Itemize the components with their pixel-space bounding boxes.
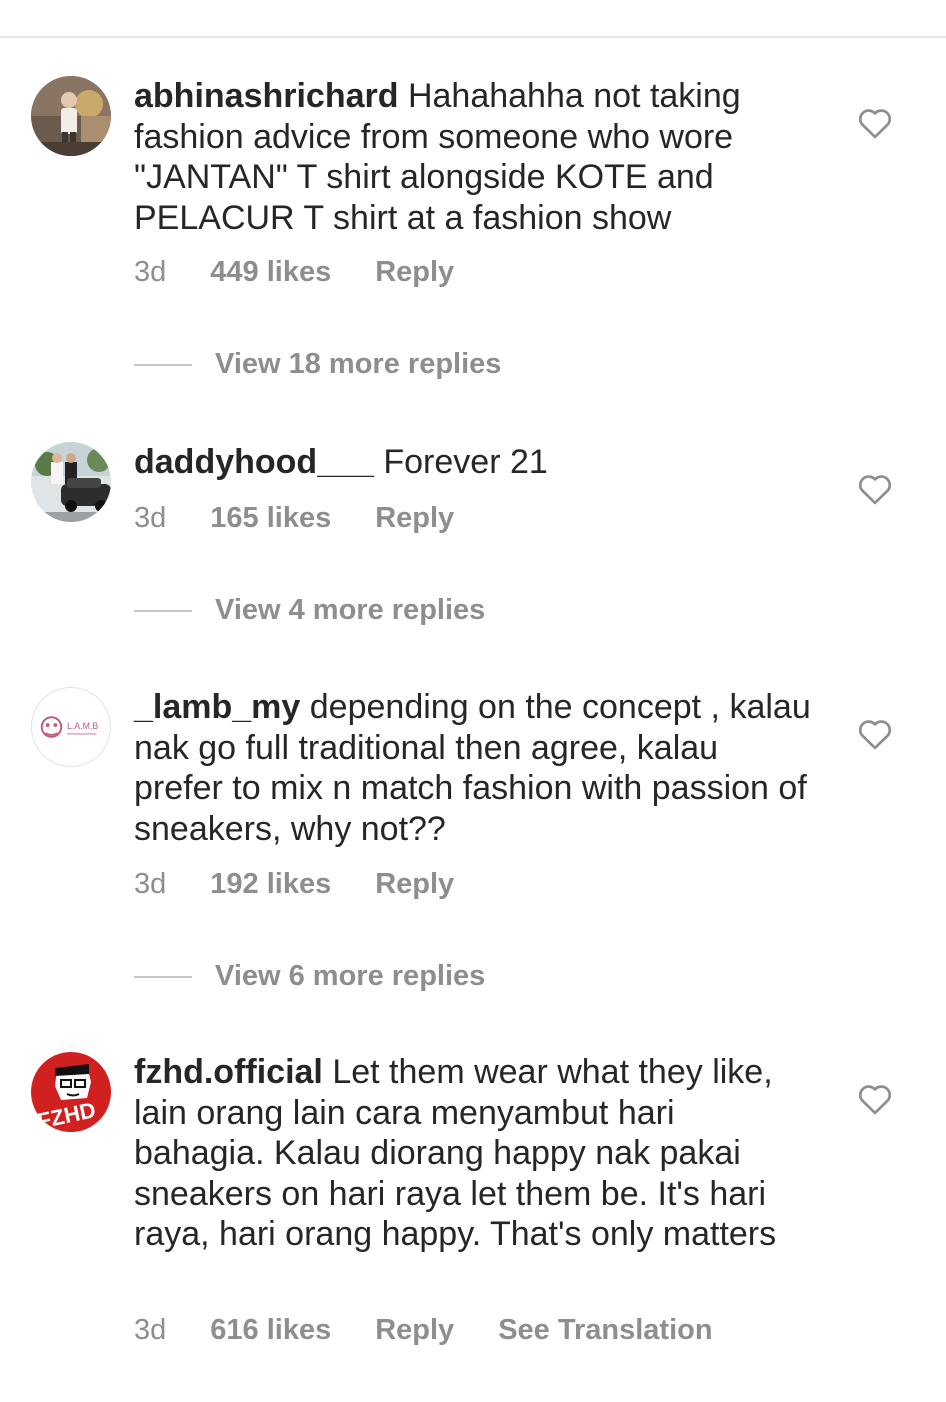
- heart-outline-icon[interactable]: [857, 106, 893, 140]
- view-replies-button[interactable]: View 4 more replies: [134, 594, 485, 627]
- view-replies-button[interactable]: View 6 more replies: [134, 960, 485, 993]
- comment-meta: 3d 616 likes Reply See Translation: [134, 1314, 713, 1347]
- view-replies-button[interactable]: View 18 more replies: [134, 348, 501, 381]
- reply-button[interactable]: Reply: [375, 256, 454, 289]
- comment-time: 3d: [134, 502, 167, 534]
- comment-likes[interactable]: 616 likes: [210, 1314, 331, 1347]
- comment-body: Forever 21: [373, 443, 548, 481]
- comment-likes[interactable]: 165 likes: [210, 502, 331, 535]
- lamb-logo-avatar-icon: L.A.M.B: [32, 688, 110, 766]
- avatar[interactable]: FZHD: [31, 1052, 111, 1132]
- car-photo-avatar-icon: [31, 442, 111, 522]
- comment-likes[interactable]: 449 likes: [210, 256, 331, 289]
- reply-button[interactable]: Reply: [375, 1314, 454, 1347]
- lamb-logo-text: L.A.M.B: [67, 721, 98, 731]
- top-divider: [0, 36, 946, 38]
- comment-username[interactable]: _lamb_my: [134, 688, 300, 726]
- avatar[interactable]: [31, 442, 111, 522]
- see-translation-button[interactable]: See Translation: [498, 1314, 712, 1347]
- comment-likes[interactable]: 192 likes: [210, 868, 331, 901]
- comment-text: daddyhood___ Forever 21: [134, 442, 814, 483]
- reply-button[interactable]: Reply: [375, 868, 454, 901]
- comment-username[interactable]: abhinashrichard: [134, 77, 399, 115]
- avatar[interactable]: [31, 76, 111, 156]
- person-photo-avatar-icon: [31, 76, 111, 156]
- comment-meta: 3d 165 likes Reply: [134, 502, 498, 535]
- comment-time: 3d: [134, 1314, 167, 1346]
- heart-outline-icon[interactable]: [857, 717, 893, 751]
- view-replies-label: View 4 more replies: [215, 594, 486, 626]
- comment-meta: 3d 449 likes Reply: [134, 256, 498, 289]
- comment-time: 3d: [134, 868, 167, 900]
- comment-text: _lamb_my depending on the concept , kala…: [134, 687, 814, 849]
- comment-username[interactable]: daddyhood___: [134, 443, 374, 481]
- replies-line: [134, 975, 192, 978]
- comment-time: 3d: [134, 256, 167, 288]
- heart-outline-icon[interactable]: [857, 472, 893, 506]
- comment-meta: 3d 192 likes Reply: [134, 868, 498, 901]
- reply-button[interactable]: Reply: [375, 502, 454, 535]
- view-replies-label: View 6 more replies: [215, 960, 486, 992]
- replies-line: [134, 363, 192, 366]
- replies-line: [134, 609, 192, 612]
- comment-text: fzhd.official Let them wear what they li…: [134, 1052, 814, 1255]
- comment-username[interactable]: fzhd.official: [134, 1053, 323, 1091]
- view-replies-label: View 18 more replies: [215, 348, 502, 380]
- fzhd-logo-avatar-icon: FZHD: [31, 1052, 111, 1132]
- comment-text: abhinashrichard Hahahahha not taking fas…: [134, 76, 814, 238]
- avatar[interactable]: L.A.M.B: [31, 687, 111, 767]
- heart-outline-icon[interactable]: [857, 1082, 893, 1116]
